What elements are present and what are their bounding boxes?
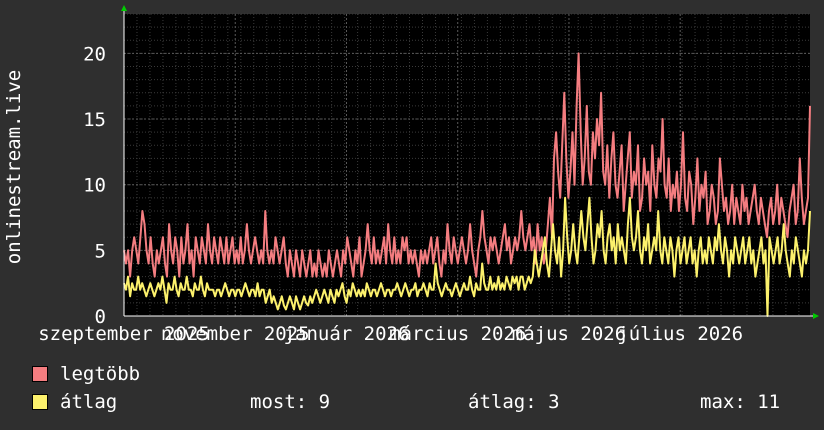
y-tick-label: 15 [83, 109, 106, 131]
y-axis-label: onlinestream.live [3, 70, 25, 264]
y-tick-label: 10 [83, 175, 106, 197]
chart: 0 5 10 15 20 szeptember 2025 november 2025 janu… [0, 0, 824, 430]
y-axis-arrow-icon [121, 5, 127, 11]
stat-atlag: átlag: 3 [468, 391, 560, 413]
x-tick-label: március 2026 [389, 323, 526, 345]
legend-swatch-atlag [32, 394, 48, 410]
x-axis-arrow-icon [813, 313, 819, 319]
y-tick-label: 20 [83, 43, 106, 65]
legend-label-atlag: átlag [60, 391, 118, 413]
stat-most: most: 9 [250, 391, 331, 413]
x-tick-label: május 2026 [512, 323, 626, 345]
stat-max: max: 11 [700, 391, 781, 413]
y-tick-label: 5 [95, 240, 106, 262]
plot-background [124, 14, 810, 316]
x-tick-label: július 2026 [617, 323, 743, 345]
legend-label-legtobb: legtöbb [60, 363, 141, 385]
legend-swatch-legtobb [32, 366, 48, 382]
